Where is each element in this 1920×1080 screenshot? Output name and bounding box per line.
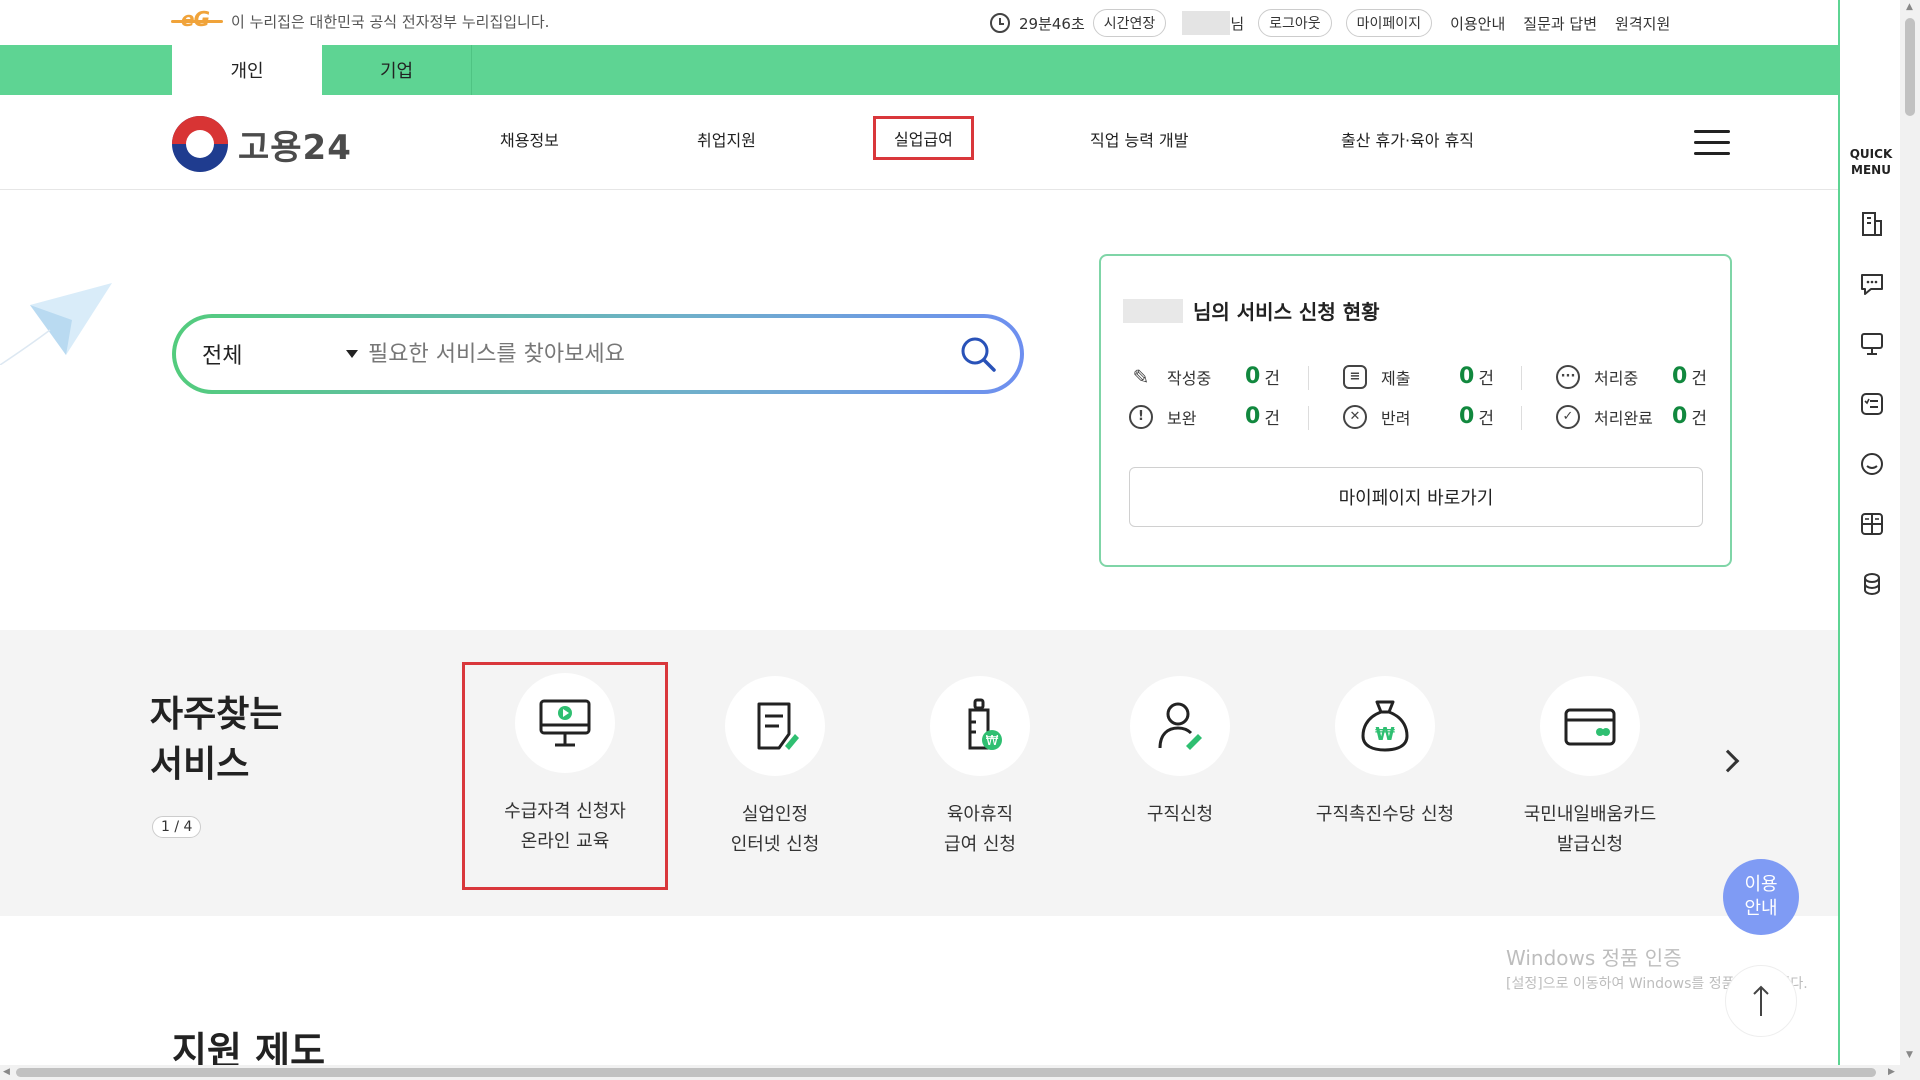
quick-menu: QUICK MENU	[1838, 0, 1900, 1065]
site-logo[interactable]: 고용24	[172, 116, 352, 172]
mypage-shortcut-button[interactable]: 마이페이지 바로가기	[1129, 467, 1703, 527]
frequent-services-title: 자주찾는 서비스	[150, 694, 283, 785]
gov-notice[interactable]: 이 누리집은 대한민국 공식 전자정부 누리집입니다.	[231, 11, 549, 32]
nav-unemployment-benefits[interactable]: 실업급여	[873, 116, 974, 160]
menu-icon[interactable]	[1694, 130, 1730, 156]
monitor-play-icon	[539, 699, 591, 747]
session-timer: 29분46초	[1019, 14, 1085, 33]
status-item-writing[interactable]: ✎ 작성중 0 건	[1129, 364, 1280, 389]
svg-text:₩: ₩	[1375, 724, 1395, 745]
extend-time-button[interactable]: 시간연장	[1092, 9, 1167, 37]
service-status-card: 님의 서비스 신청 현황 ✎ 작성중 0 건 ≡ 제출 0 건 ··· 처리중 …	[1099, 254, 1732, 567]
exclamation-icon: !	[1129, 404, 1153, 429]
horizontal-scroll-thumb[interactable]	[16, 1068, 1876, 1077]
logout-button[interactable]: 로그아웃	[1258, 9, 1332, 37]
page: eG 이 누리집은 대한민국 공식 전자정부 누리집입니다. 29분46초 시간…	[0, 0, 1838, 1080]
tab-business[interactable]: 기업	[322, 45, 472, 95]
logo-text: 고용24	[238, 127, 352, 168]
horizontal-scrollbar[interactable]: ◀ ▶	[0, 1065, 1900, 1080]
frequent-services-section: 자주찾는 서비스 1 / 4 수급자격 신청자 온라인 교육 실업인정 인터넷 …	[0, 630, 1838, 916]
help-guide-button[interactable]: 이용 안내	[1723, 859, 1799, 935]
money-bag-icon: ₩	[1361, 700, 1409, 752]
carousel-page-indicator: 1 / 4	[152, 816, 202, 838]
search-box: 전체	[172, 314, 1024, 394]
checklist-icon: ≡	[1343, 364, 1367, 389]
user-suffix: 님	[1230, 14, 1245, 33]
status-item-supplement[interactable]: ! 보완 0 건	[1129, 404, 1280, 429]
card-icon	[1564, 708, 1616, 746]
service-parental-leave-benefit[interactable]: ₩ 육아휴직 급여 신청	[880, 668, 1080, 860]
chevron-right-icon[interactable]	[1716, 749, 1740, 773]
monitor-icon[interactable]	[1858, 330, 1886, 358]
quick-menu-label: QUICK MENU	[1849, 147, 1893, 177]
main-header: 고용24 채용정보 취업지원 실업급여 직업 능력 개발 출산 휴가·육아 휴직	[0, 95, 1838, 190]
person-edit-icon	[1158, 702, 1202, 750]
mypage-link[interactable]: 마이페이지	[1345, 9, 1433, 37]
masked-username	[1182, 11, 1231, 35]
qna-link[interactable]: 질문과 답변	[1523, 13, 1597, 34]
service-job-promotion-allowance[interactable]: ₩ 구직촉진수당 신청	[1285, 668, 1485, 830]
clock-icon	[990, 13, 1010, 33]
smile-icon[interactable]	[1858, 450, 1886, 478]
tab-personal[interactable]: 개인	[172, 45, 322, 95]
utility-bar: eG 이 누리집은 대한민국 공식 전자정부 누리집입니다. 29분46초 시간…	[0, 0, 1838, 45]
reject-icon: ✕	[1343, 404, 1367, 429]
nav-job-info[interactable]: 채용정보	[500, 127, 559, 151]
document-edit-icon	[757, 702, 799, 750]
svg-text:₩: ₩	[986, 734, 999, 749]
nav-employment-support[interactable]: 취업지원	[697, 127, 756, 151]
status-item-submitted[interactable]: ≡ 제출 0 건	[1343, 364, 1494, 389]
taegeuk-icon	[172, 116, 228, 172]
service-unemployment-recognition[interactable]: 실업인정 인터넷 신청	[675, 668, 875, 860]
building-icon[interactable]	[1858, 210, 1886, 238]
nav-parental-leave[interactable]: 출산 휴가·육아 휴직	[1341, 127, 1474, 151]
status-title: 님의 서비스 신청 현황	[1193, 300, 1380, 324]
vertical-scroll-thumb[interactable]	[1905, 18, 1915, 116]
status-item-processing[interactable]: ··· 처리중 0 건	[1556, 364, 1707, 389]
chat-icon[interactable]	[1858, 270, 1886, 298]
nav-job-skills[interactable]: 직업 능력 개발	[1090, 127, 1189, 151]
search-icon[interactable]	[958, 334, 998, 374]
user-type-tabs: 개인 기업	[0, 45, 1838, 95]
remote-support-link[interactable]: 원격지원	[1615, 13, 1670, 34]
service-online-education[interactable]: 수급자격 신청자 온라인 교육	[462, 662, 668, 890]
calculator-icon[interactable]	[1858, 510, 1886, 538]
status-item-completed[interactable]: ✓ 처리완료 0 건	[1556, 404, 1707, 429]
scroll-top-button[interactable]	[1725, 965, 1797, 1037]
checklist-icon[interactable]	[1858, 390, 1886, 418]
chevron-down-icon[interactable]	[346, 350, 358, 358]
check-icon: ✓	[1556, 404, 1580, 429]
more-icon: ···	[1556, 364, 1580, 389]
paper-plane-icon	[0, 283, 112, 365]
status-item-rejected[interactable]: ✕ 반려 0 건	[1343, 404, 1494, 429]
guide-link[interactable]: 이용안내	[1450, 13, 1505, 34]
pencil-icon: ✎	[1132, 364, 1150, 389]
egov-logo: eG	[171, 7, 223, 32]
service-learning-card[interactable]: 국민내일배움카드 발급신청	[1490, 668, 1690, 860]
masked-username	[1123, 298, 1183, 323]
arrow-up-icon	[1753, 985, 1769, 1016]
baby-bottle-icon: ₩	[968, 698, 1002, 750]
service-job-seeking[interactable]: 구직신청	[1080, 668, 1280, 830]
coin-stack-icon[interactable]	[1858, 570, 1886, 598]
vertical-scrollbar[interactable]: ▲ ▼	[1900, 0, 1920, 1080]
search-input[interactable]	[368, 332, 828, 376]
search-scope-select[interactable]: 전체	[202, 338, 242, 370]
